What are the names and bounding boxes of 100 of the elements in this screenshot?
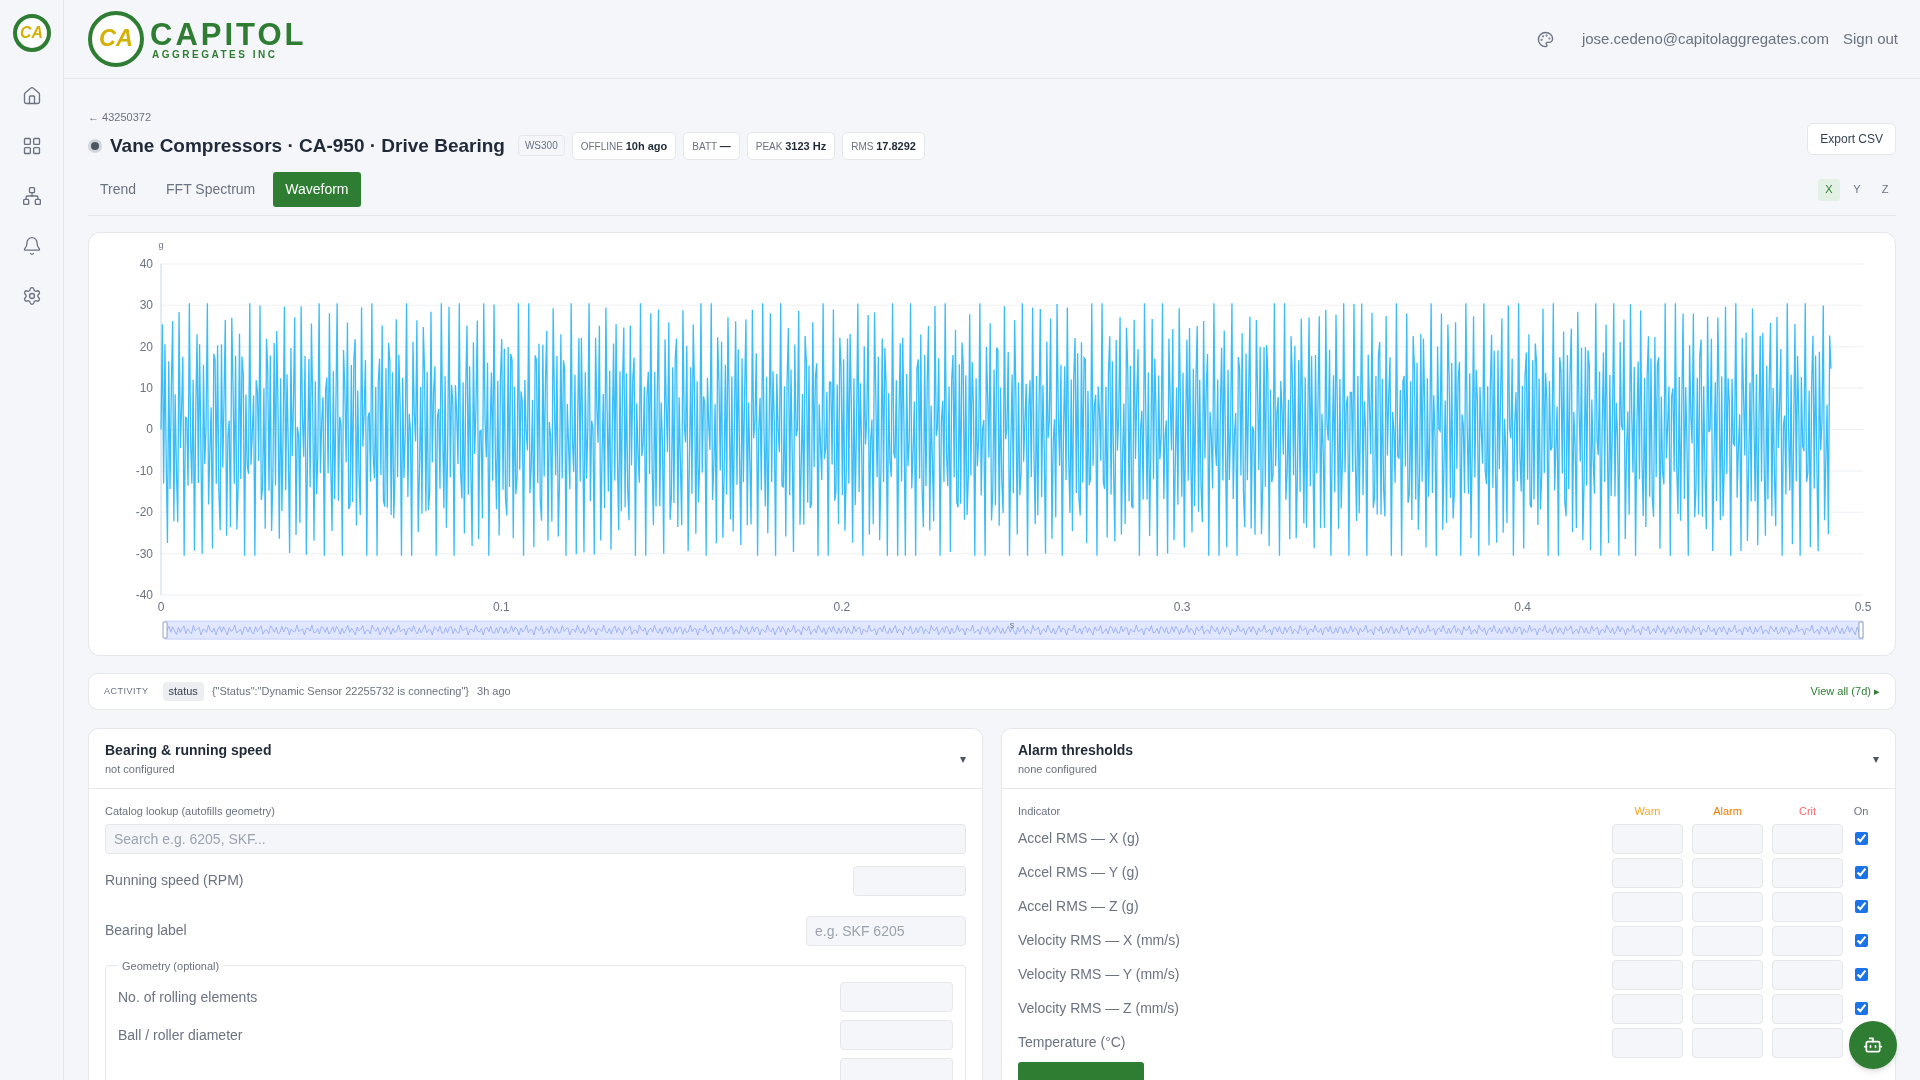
- indicator-name: Accel RMS — Y (g): [1018, 863, 1140, 882]
- crit-field[interactable]: [1772, 959, 1843, 990]
- crit-field[interactable]: [1772, 1027, 1843, 1058]
- sign-out-link[interactable]: Sign out: [1842, 27, 1898, 51]
- user-email: jose.cedeno@capitolaggregates.com: [1581, 28, 1829, 49]
- activity-label: ACTIVITY: [104, 684, 149, 698]
- back-link[interactable]: ← 43250372: [88, 109, 151, 126]
- y-tick-label: 10: [139, 381, 154, 396]
- network-icon[interactable]: [21, 186, 42, 206]
- x-tick-label: 0.2: [833, 600, 851, 615]
- card-title: Bearing & running speed: [105, 740, 272, 760]
- warn-field[interactable]: [1612, 993, 1683, 1024]
- palette-icon[interactable]: [1536, 30, 1554, 48]
- alarm-field[interactable]: [1692, 993, 1763, 1024]
- x-tick-label: 0: [157, 600, 165, 615]
- group-legend: Geometry (optional): [118, 957, 224, 974]
- indicator-name: Velocity RMS — Y (mm/s): [1018, 965, 1181, 984]
- enabled-checkbox[interactable]: [1854, 900, 1868, 913]
- y-tick-label: 0: [146, 422, 154, 437]
- event-message: {"Status":"Dynamic Sensor 22255732 is connecting"}: [211, 684, 470, 700]
- geometry-field[interactable]: [840, 1058, 953, 1080]
- axis-toggle[interactable]: Z: [1874, 178, 1896, 201]
- collapse-caret[interactable]: ▾: [1873, 749, 1879, 768]
- field-label: Running speed (RPM): [105, 871, 244, 890]
- view-all-link[interactable]: View all (7d) ▸: [1810, 683, 1880, 700]
- crit-field[interactable]: [1772, 925, 1843, 956]
- grid-icon[interactable]: [21, 136, 42, 156]
- home-icon[interactable]: [21, 86, 42, 106]
- event-time: 3h ago: [477, 684, 511, 700]
- assistant-bot-icon[interactable]: [1849, 1021, 1897, 1069]
- logo-mark: CA: [12, 14, 51, 52]
- y-tick-label: 30: [139, 298, 154, 313]
- stat-chip: PEAK 3123 Hz: [746, 131, 836, 160]
- y-tick-label: -10: [135, 463, 154, 478]
- enabled-checkbox[interactable]: [1854, 968, 1868, 981]
- x-tick-label: 0.1: [493, 600, 510, 615]
- y-tick-label: -30: [135, 546, 154, 561]
- alarm-field[interactable]: [1692, 891, 1763, 922]
- column-header: Indicator: [1018, 804, 1062, 819]
- indicator-name: Velocity RMS — Z (mm/s): [1018, 999, 1180, 1018]
- running-speed-field[interactable]: [853, 865, 966, 896]
- settings-icon[interactable]: [21, 286, 42, 306]
- column-header: Warn: [1633, 804, 1662, 819]
- catalog-search-field[interactable]: Search e.g. 6205, SKF...: [105, 823, 966, 854]
- axis-toggle[interactable]: X: [1818, 178, 1840, 201]
- geometry-field[interactable]: [840, 982, 953, 1012]
- field-label: Ball / roller diameter: [118, 1025, 243, 1045]
- event-tag: status: [162, 682, 204, 701]
- geometry-field[interactable]: [840, 1020, 953, 1050]
- x-tick-label: 0.5: [1854, 600, 1872, 615]
- stat-chip: RMS 17.8292: [842, 131, 925, 160]
- enabled-checkbox[interactable]: [1854, 934, 1868, 947]
- column-header: Crit: [1797, 804, 1818, 819]
- alarm-field[interactable]: [1692, 823, 1763, 854]
- alarm-field[interactable]: [1692, 1027, 1763, 1058]
- crit-field[interactable]: [1772, 823, 1843, 854]
- warn-field[interactable]: [1612, 857, 1683, 888]
- crit-field[interactable]: [1772, 857, 1843, 888]
- warn-field[interactable]: [1612, 959, 1683, 990]
- x-unit-label: s: [1009, 620, 1015, 631]
- field-label: Bearing label: [105, 921, 187, 940]
- view-tab[interactable]: Waveform: [273, 172, 361, 207]
- page-title: Vane Compressors · CA-950 · Drive Bearing: [110, 133, 505, 158]
- warn-field[interactable]: [1612, 1027, 1683, 1058]
- crit-field[interactable]: [1772, 891, 1843, 922]
- x-tick-label: 0.3: [1173, 600, 1191, 615]
- view-tab[interactable]: Trend: [88, 172, 149, 207]
- y-tick-label: -20: [135, 505, 154, 520]
- card-title: Alarm thresholds: [1018, 740, 1134, 760]
- bell-icon[interactable]: [21, 236, 42, 256]
- warn-field[interactable]: [1612, 891, 1683, 922]
- export-csv-button[interactable]: Export CSV: [1807, 123, 1896, 155]
- enabled-checkbox[interactable]: [1854, 866, 1868, 879]
- save-button[interactable]: [1018, 1061, 1144, 1080]
- indicator-name: Accel RMS — X (g): [1018, 829, 1141, 848]
- alarm-field[interactable]: [1692, 959, 1763, 990]
- collapse-caret[interactable]: ▾: [960, 749, 966, 768]
- alarm-field[interactable]: [1692, 925, 1763, 956]
- logo-subtitle: AGGREGATES INC: [152, 49, 279, 60]
- logo-mark: CA: [88, 11, 144, 67]
- warn-field[interactable]: [1612, 823, 1683, 854]
- warn-field[interactable]: [1612, 925, 1683, 956]
- column-header: Alarm: [1712, 804, 1743, 819]
- zoom-navigator[interactable]: [162, 620, 1864, 640]
- enabled-checkbox[interactable]: [1854, 1002, 1868, 1015]
- card-subtitle: not configured: [105, 761, 176, 777]
- bearing-label-field[interactable]: e.g. SKF 6205: [806, 915, 966, 946]
- x-tick-label: 0.4: [1514, 600, 1531, 615]
- alarm-field[interactable]: [1692, 857, 1763, 888]
- axis-toggle[interactable]: Y: [1846, 178, 1868, 201]
- card-subtitle: none configured: [1018, 761, 1098, 777]
- y-tick-label: 40: [139, 256, 154, 271]
- view-tab[interactable]: FFT Spectrum: [154, 172, 268, 207]
- indicator-name: Velocity RMS — X (mm/s): [1018, 931, 1181, 950]
- field-label: Catalog lookup (autofills geometry): [105, 804, 276, 819]
- crit-field[interactable]: [1772, 993, 1843, 1024]
- y-tick-label: 20: [139, 339, 154, 354]
- y-unit-label: g: [158, 239, 164, 250]
- column-header: On: [1852, 804, 1870, 819]
- enabled-checkbox[interactable]: [1854, 832, 1868, 845]
